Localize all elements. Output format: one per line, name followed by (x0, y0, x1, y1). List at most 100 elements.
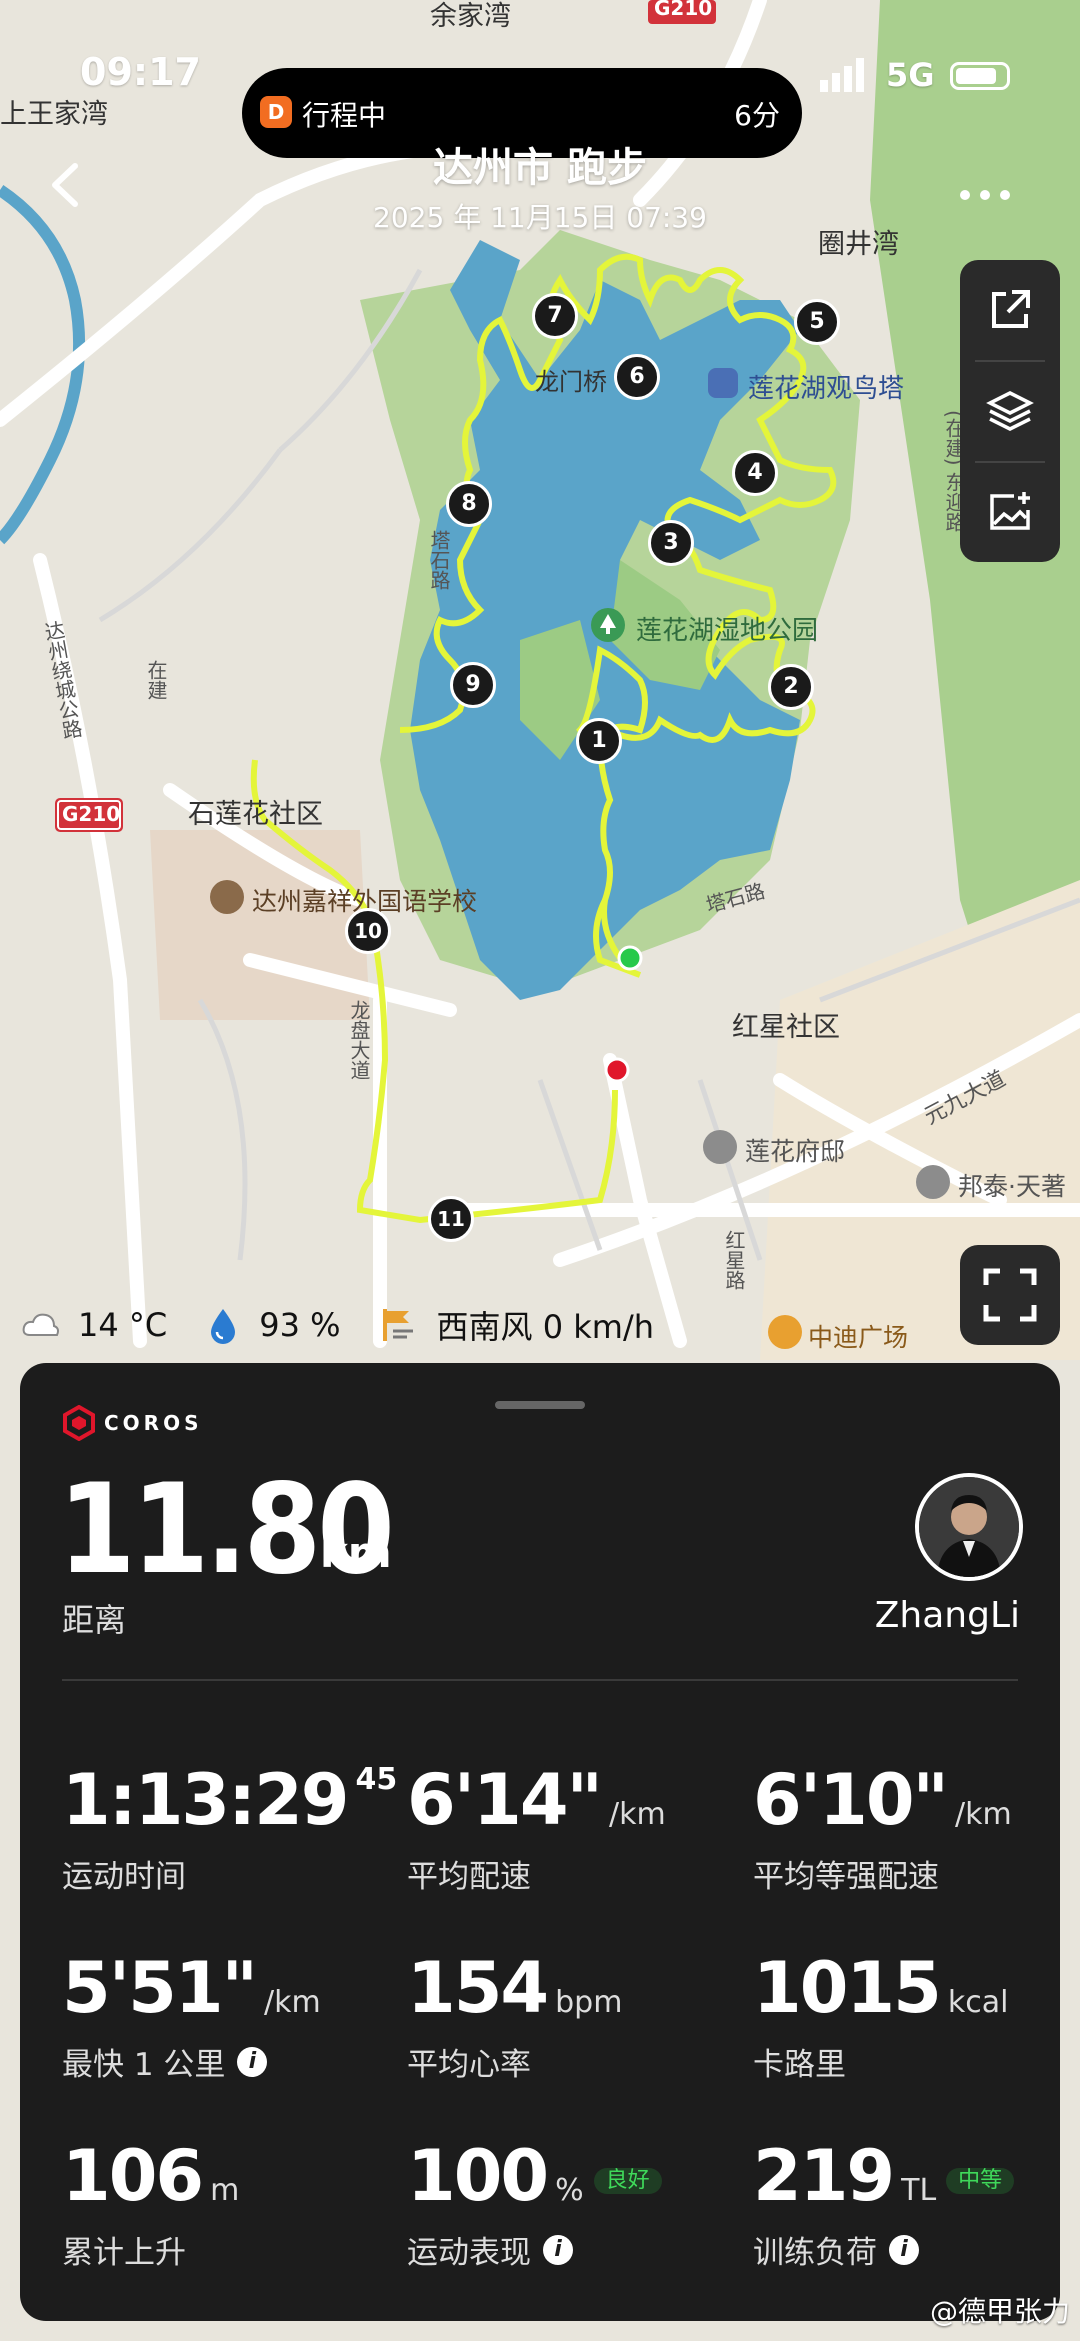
info-icon[interactable]: i (889, 2234, 919, 2265)
stat-fastest-km-unit: /km (264, 1985, 321, 2020)
humidity-value: 93 % (259, 1306, 341, 1344)
stat-training-load: 219 TL 中等 训练负荷 i (753, 2141, 1015, 2272)
divider (62, 1679, 1018, 1681)
more-icon (960, 190, 1010, 200)
info-icon[interactable]: i (543, 2234, 573, 2265)
stat-calories: 1015 kcal 卡路里 (753, 1953, 1008, 2084)
stat-elevation-unit: m (210, 2173, 240, 2208)
lap-marker-3[interactable]: 3 (648, 520, 694, 566)
lap-marker-5[interactable]: 5 (794, 299, 840, 345)
stat-gap-unit: /km (955, 1797, 1012, 1832)
stat-fastest-km-label: 最快 1 公里 (62, 2047, 226, 2083)
stat-avg-hr-value: 154 (407, 1947, 549, 2029)
stat-performance-label: 运动表现 (407, 2235, 531, 2271)
stat-gap-label: 平均等强配速 (753, 1859, 939, 1895)
start-marker (617, 945, 643, 971)
wind-value: 西南风 0 km/h (436, 1308, 655, 1346)
island-label: 行程中 (302, 99, 387, 132)
cloud-icon (22, 1313, 59, 1336)
map-label-longmen: 龙门桥 (535, 368, 607, 396)
lap-marker-10[interactable]: 10 (345, 908, 391, 954)
brand-logo: COROS (62, 1405, 203, 1441)
stat-duration-value: 1:13:29 (62, 1759, 350, 1841)
school-area (150, 830, 370, 1020)
lap-marker-9[interactable]: 9 (450, 662, 496, 708)
drag-handle[interactable] (495, 1401, 585, 1409)
map-label-guanniaota: 莲花湖观鸟塔 (748, 374, 905, 404)
map-toolbar (960, 260, 1060, 562)
stats-panel[interactable]: COROS 11.80 km 距离 ZhangLi 1:13:29 45 运动时间… (20, 1363, 1060, 2321)
map-label-shilianhua: 石莲花社区 (188, 799, 323, 830)
stat-training-load-label: 训练负荷 (753, 2235, 877, 2271)
stat-elevation-label: 累计上升 (62, 2235, 186, 2271)
page-subtitle: 2025 年 11月15日 07:39 (373, 201, 707, 234)
mall-icon (768, 1315, 802, 1349)
stat-calories-unit: kcal (947, 1985, 1009, 2020)
stat-avg-hr: 154 bpm 平均心率 (407, 1953, 622, 2084)
avatar[interactable] (915, 1473, 1023, 1581)
add-photo-icon (990, 492, 1030, 530)
person-icon (919, 1477, 1019, 1577)
residence-icon (916, 1165, 950, 1199)
temperature-value: 14 °C (78, 1306, 168, 1344)
lap-marker-8[interactable]: 8 (446, 481, 492, 527)
school-icon (210, 880, 244, 914)
stat-performance: 100% 良好 运动表现 i (407, 2141, 662, 2272)
fullscreen-button[interactable] (960, 1245, 1060, 1345)
stat-avg-pace-value: 6'14" (407, 1759, 603, 1841)
lap-marker-1[interactable]: 1 (576, 718, 622, 764)
map-label-g210-left: G210 (62, 802, 121, 826)
stat-training-load-unit: TL (901, 2173, 937, 2208)
lap-marker-7[interactable]: 7 (532, 293, 578, 339)
expand-icon (983, 1268, 1037, 1322)
stat-gap-value: 6'10" (753, 1759, 949, 1841)
info-icon[interactable]: i (237, 2046, 268, 2077)
map-label-hongxing-road: 红星路 (722, 1230, 746, 1290)
stat-duration-seconds-fraction: 45 (355, 1762, 398, 1797)
end-marker (604, 1057, 630, 1083)
residence-icon (703, 1130, 737, 1164)
stat-avg-pace-unit: /km (609, 1797, 666, 1832)
map-label-zaijian: 在建 (144, 660, 168, 700)
map-label-hongxing: 红星社区 (732, 1012, 840, 1043)
stat-performance-value: 100 (407, 2135, 549, 2217)
stat-avg-hr-unit: bpm (555, 1985, 623, 2020)
brand-name: COROS (104, 1411, 203, 1435)
page-title: 达州市 跑步 (433, 145, 647, 191)
status-badge: 良好 (593, 2167, 662, 2194)
status-time: 09:17 (80, 50, 201, 94)
stat-elevation-value: 106 (62, 2135, 204, 2217)
share-icon (992, 290, 1030, 328)
map-label-lianhuafudi: 莲花府邸 (745, 1137, 846, 1166)
status-bar: 09:17 D 行程中 6分 5G (0, 38, 1080, 158)
map-label-yujiawan: 余家湾 (430, 1, 511, 32)
ride-app-icon: D (260, 96, 292, 128)
stat-calories-value: 1015 (753, 1947, 942, 2029)
stat-avg-pace: 6'14"/km 平均配速 (407, 1765, 666, 1896)
map-label-g210-top: G210 (654, 0, 713, 20)
more-menu-button[interactable] (955, 165, 1015, 216)
lap-marker-2[interactable]: 2 (768, 664, 814, 710)
lap-marker-11[interactable]: 11 (428, 1196, 474, 1242)
network-label: 5G (886, 56, 935, 94)
stat-training-load-value: 219 (753, 2135, 895, 2217)
island-time: 6分 (734, 99, 780, 132)
status-badge: 中等 (946, 2167, 1015, 2194)
share-button[interactable] (960, 260, 1060, 360)
stat-grade-adjusted-pace: 6'10"/km 平均等强配速 (753, 1765, 1012, 1896)
tower-icon (708, 368, 738, 398)
stat-calories-label: 卡路里 (753, 2047, 846, 2083)
stat-performance-unit: % (555, 2173, 584, 2208)
distance-unit: km (320, 1528, 392, 1577)
lap-marker-6[interactable]: 6 (614, 354, 660, 400)
stat-fastest-km-value: 5'51" (62, 1947, 258, 2029)
humidity-icon (211, 1309, 236, 1344)
lap-marker-4[interactable]: 4 (732, 450, 778, 496)
distance-label: 距离 (62, 1601, 127, 1639)
stat-duration-label: 运动时间 (62, 1859, 186, 1895)
add-photo-button[interactable] (960, 462, 1060, 562)
layers-icon (986, 391, 1034, 431)
username[interactable]: ZhangLi (875, 1595, 1020, 1636)
watermark: @德甲张力 (929, 2295, 1070, 2328)
layers-button[interactable] (960, 361, 1060, 461)
